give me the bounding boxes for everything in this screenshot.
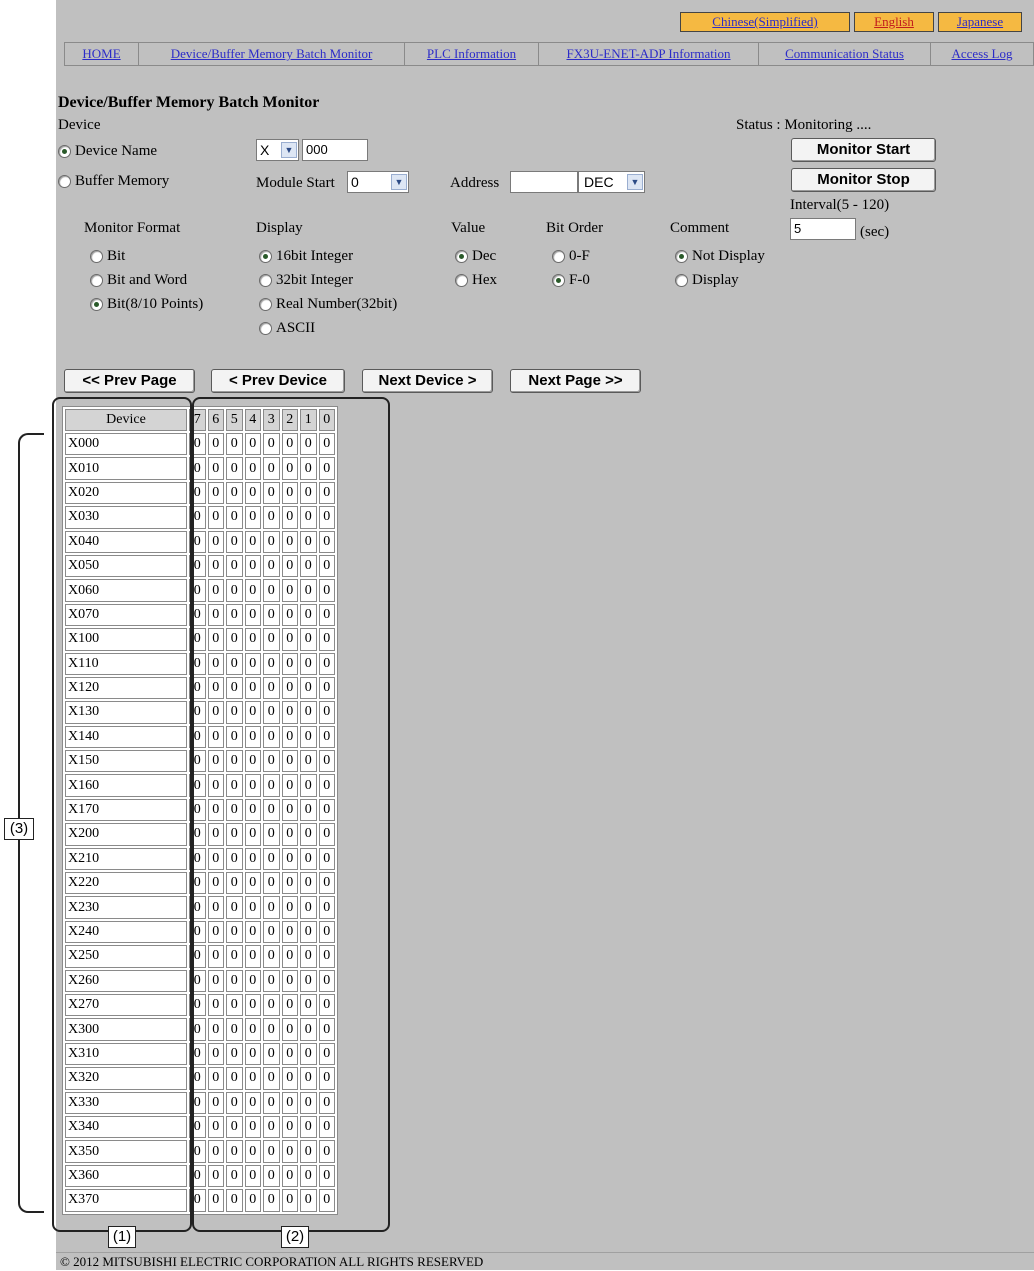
comment-not-display-radio[interactable]: Not Display — [675, 248, 765, 265]
display-option: Real Number(32bit) — [276, 296, 398, 312]
radio-icon — [259, 274, 272, 287]
monitor-format-label: Monitor Format — [84, 220, 181, 236]
nav-home[interactable]: HOME — [64, 42, 138, 66]
buffer-memory-radio[interactable]: Buffer Memory — [58, 173, 169, 190]
radio-icon — [90, 250, 103, 263]
address-format-select[interactable]: DEC ▼ — [578, 171, 645, 193]
display-option: ASCII — [276, 320, 316, 336]
value-hex-radio[interactable]: Hex — [455, 272, 497, 289]
address-input[interactable] — [510, 171, 578, 193]
interval-unit: (sec) — [860, 224, 890, 240]
value-option: Dec — [472, 248, 497, 264]
lang-chinese[interactable]: Chinese(Simplified) — [680, 12, 850, 32]
radio-icon — [90, 274, 103, 287]
device-label: Device — [58, 117, 101, 133]
address-format-value: DEC — [584, 174, 614, 190]
module-start-value: 0 — [351, 174, 359, 190]
radio-icon — [58, 145, 71, 158]
prev-device-button[interactable]: < Prev Device — [211, 369, 345, 393]
comment-label: Comment — [670, 220, 730, 236]
device-type-value: X — [260, 142, 270, 158]
radio-icon — [259, 250, 272, 263]
annotation-bracket-2 — [192, 397, 390, 1232]
bit-order-option: F-0 — [569, 272, 590, 288]
display-label: Display — [256, 220, 303, 236]
status-text: Status : Monitoring .... — [736, 117, 872, 133]
nav-plc-information-link[interactable]: PLC Information — [427, 46, 516, 61]
nav-communication-status[interactable]: Communication Status — [758, 42, 930, 66]
bit-order-option: 0-F — [569, 248, 590, 264]
interval-input[interactable]: 5 — [790, 218, 856, 240]
nav-communication-status-link[interactable]: Communication Status — [785, 46, 904, 61]
monitor-start-button[interactable]: Monitor Start — [791, 138, 936, 162]
radio-icon — [675, 274, 688, 287]
bit-order-label: Bit Order — [546, 220, 604, 236]
monitor-format-option: Bit(8/10 Points) — [107, 296, 204, 312]
comment-option: Not Display — [692, 248, 765, 264]
chevron-down-icon[interactable]: ▼ — [627, 174, 643, 190]
comment-option: Display — [692, 272, 739, 288]
display-option: 16bit Integer — [276, 248, 354, 264]
lang-english-link[interactable]: English — [874, 14, 914, 29]
monitor-format-bit-radio[interactable]: Bit — [90, 248, 125, 265]
radio-icon — [455, 250, 468, 263]
device-number-input[interactable]: 000 — [302, 139, 368, 161]
nav-batch-monitor-link[interactable]: Device/Buffer Memory Batch Monitor — [171, 46, 373, 61]
monitor-format-bit-and-word-radio[interactable]: Bit and Word — [90, 272, 187, 289]
monitor-format-option: Bit and Word — [107, 272, 188, 288]
buffer-memory-radio-label: Buffer Memory — [75, 173, 170, 189]
monitor-format-option: Bit — [107, 248, 126, 264]
radio-icon — [675, 250, 688, 263]
monitor-format-bit-8-10-radio[interactable]: Bit(8/10 Points) — [90, 296, 203, 313]
annotation-label-1: (1) — [108, 1226, 136, 1248]
comment-display-radio[interactable]: Display — [675, 272, 739, 289]
display-ascii-radio[interactable]: ASCII — [259, 320, 315, 337]
footer-copyright: © 2012 MITSUBISHI ELECTRIC CORPORATION A… — [56, 1252, 1034, 1270]
nav-enet-adp-information-link[interactable]: FX3U-ENET-ADP Information — [566, 46, 730, 61]
radio-icon — [58, 175, 71, 188]
radio-icon — [552, 274, 565, 287]
display-real-number-radio[interactable]: Real Number(32bit) — [259, 296, 397, 313]
next-device-button[interactable]: Next Device > — [362, 369, 493, 393]
value-dec-radio[interactable]: Dec — [455, 248, 496, 265]
nav-access-log[interactable]: Access Log — [930, 42, 1034, 66]
radio-icon — [90, 298, 103, 311]
annotation-label-3: (3) — [4, 818, 34, 840]
radio-icon — [259, 298, 272, 311]
chevron-down-icon[interactable]: ▼ — [391, 174, 407, 190]
nav-batch-monitor[interactable]: Device/Buffer Memory Batch Monitor — [138, 42, 404, 66]
nav-home-link[interactable]: HOME — [82, 46, 120, 61]
address-label: Address — [450, 175, 500, 191]
display-32bit-radio[interactable]: 32bit Integer — [259, 272, 353, 289]
bit-order-0-f-radio[interactable]: 0-F — [552, 248, 590, 265]
lang-japanese-link[interactable]: Japanese — [957, 14, 1003, 29]
lang-english[interactable]: English — [854, 12, 934, 32]
chevron-down-icon[interactable]: ▼ — [281, 142, 297, 158]
annotation-label-2: (2) — [281, 1226, 309, 1248]
device-name-radio-label: Device Name — [75, 143, 158, 159]
monitor-stop-button[interactable]: Monitor Stop — [791, 168, 936, 192]
prev-page-button[interactable]: << Prev Page — [64, 369, 195, 393]
value-option: Hex — [472, 272, 497, 288]
display-16bit-radio[interactable]: 16bit Integer — [259, 248, 353, 265]
value-label: Value — [451, 220, 486, 236]
lang-japanese[interactable]: Japanese — [938, 12, 1022, 32]
module-start-select[interactable]: 0 ▼ — [347, 171, 409, 193]
next-page-button[interactable]: Next Page >> — [510, 369, 641, 393]
module-start-label: Module Start — [256, 175, 335, 191]
nav-enet-adp-information[interactable]: FX3U-ENET-ADP Information — [538, 42, 758, 66]
annotation-bracket-1 — [52, 397, 192, 1232]
page-title: Device/Buffer Memory Batch Monitor — [58, 94, 320, 111]
interval-label: Interval(5 - 120) — [790, 197, 890, 213]
bit-order-f-0-radio[interactable]: F-0 — [552, 272, 590, 289]
nav-access-log-link[interactable]: Access Log — [951, 46, 1012, 61]
device-name-radio[interactable]: Device Name — [58, 143, 157, 160]
radio-icon — [455, 274, 468, 287]
radio-icon — [552, 250, 565, 263]
nav-plc-information[interactable]: PLC Information — [404, 42, 538, 66]
radio-icon — [259, 322, 272, 335]
display-option: 32bit Integer — [276, 272, 354, 288]
device-type-select[interactable]: X ▼ — [256, 139, 299, 161]
lang-chinese-link[interactable]: Chinese(Simplified) — [712, 14, 817, 29]
